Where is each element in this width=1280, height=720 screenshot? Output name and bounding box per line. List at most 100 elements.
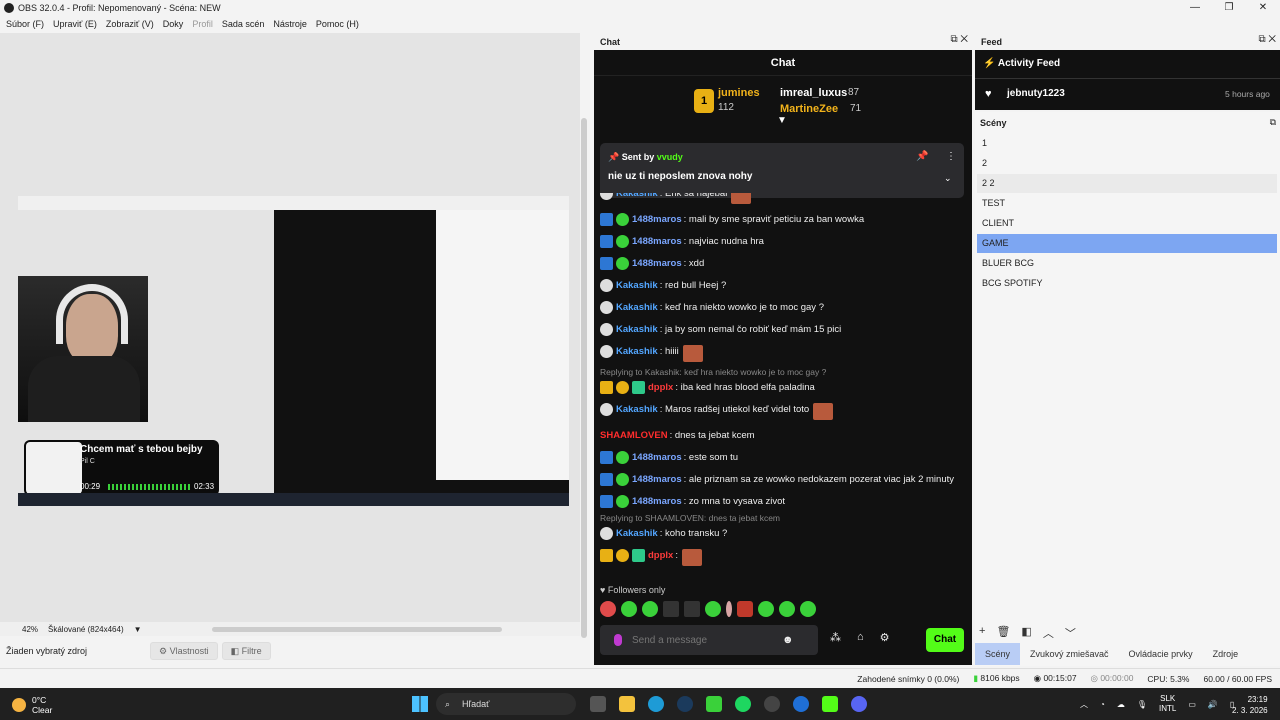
network-icon[interactable]: ▭ xyxy=(1188,700,1196,709)
chat-username[interactable]: Kakashik xyxy=(616,193,658,200)
chat-username[interactable]: 1488maros xyxy=(632,257,682,270)
game-launcher-icon[interactable] xyxy=(706,696,722,712)
discord-icon[interactable] xyxy=(851,696,867,712)
emote-4[interactable] xyxy=(663,601,679,617)
microphone-icon[interactable] xyxy=(614,634,622,646)
chat-username[interactable]: 1488maros xyxy=(632,213,682,226)
obs-icon[interactable] xyxy=(764,696,780,712)
tab-controls[interactable]: Ovládacie prvky xyxy=(1119,643,1203,665)
green-app-icon[interactable] xyxy=(822,696,838,712)
chat-username[interactable]: 1488maros xyxy=(632,235,682,248)
pin-icon[interactable]: 📌 xyxy=(916,151,928,162)
scale-label[interactable]: Škálované (824x464) xyxy=(48,625,124,634)
preview-scrollbar[interactable] xyxy=(581,118,587,638)
close-button[interactable]: ✕ xyxy=(1246,0,1280,16)
chat-username[interactable]: 1488maros xyxy=(632,495,682,508)
tab-audio-mixer[interactable]: Zvukový zmiešavač xyxy=(1020,643,1119,665)
steam-icon[interactable] xyxy=(677,696,693,712)
chat-username[interactable]: Kakashik xyxy=(616,527,658,540)
settings-gear-icon[interactable]: ⚙ xyxy=(880,631,890,644)
scene-item[interactable]: BLUER BCG xyxy=(977,254,1277,273)
windows-start-icon[interactable] xyxy=(412,696,428,712)
menu-profile[interactable]: Profil xyxy=(192,19,213,29)
preview-canvas[interactable]: Chcem mať s tebou bejby Pil C 00:29 02:3… xyxy=(18,196,569,506)
leader-3-name[interactable]: MartineZee xyxy=(780,103,838,115)
emote-8[interactable] xyxy=(737,601,753,617)
delete-scene-icon[interactable]: 🗑 xyxy=(996,625,1010,641)
pinned-user[interactable]: vvudy xyxy=(657,152,683,162)
scene-filter-icon[interactable]: ◧ xyxy=(1021,625,1031,641)
menu-docks[interactable]: Doky xyxy=(163,19,184,29)
scene-item[interactable]: CLIENT xyxy=(977,214,1277,233)
tab-sources[interactable]: Zdroje xyxy=(1203,643,1249,665)
scale-dropdown-icon[interactable]: ▼ xyxy=(134,625,142,634)
chat-username[interactable]: Kakashik xyxy=(616,323,658,336)
chat-input-box[interactable]: ☻ xyxy=(600,625,818,655)
menu-file[interactable]: Súbor (F) xyxy=(6,19,44,29)
leader-1-name[interactable]: jumines xyxy=(718,87,760,99)
taskbar-search[interactable]: ⌕ Hľadať xyxy=(436,693,576,715)
users-link-icon[interactable]: ⁂ xyxy=(830,631,841,644)
maximize-button[interactable]: ❐ xyxy=(1212,0,1246,16)
menu-help[interactable]: Pomoc (H) xyxy=(316,19,359,29)
chat-username[interactable]: Kakashik xyxy=(616,279,658,292)
emote-5[interactable] xyxy=(684,601,700,617)
task-view-icon[interactable] xyxy=(590,696,606,712)
emote-6[interactable] xyxy=(705,601,721,617)
scene-item[interactable]: TEST xyxy=(977,194,1277,213)
zoom-level[interactable]: 42% xyxy=(22,625,38,634)
menu-view[interactable]: Zobraziť (V) xyxy=(106,19,154,29)
chat-username[interactable]: SHAAMLOVEN xyxy=(600,429,668,442)
tab-scenes[interactable]: Scény xyxy=(975,643,1021,665)
edge-icon[interactable] xyxy=(648,696,664,712)
emote-7[interactable] xyxy=(726,601,732,617)
scene-item[interactable]: 2 2 xyxy=(977,174,1277,193)
feed-dock-float-close-icon[interactable]: ⧉ ✕ xyxy=(1258,34,1276,45)
microphone-tray-icon[interactable]: 🎙 xyxy=(1137,700,1147,709)
volume-icon[interactable]: 🔊 xyxy=(1208,700,1218,709)
filters-button[interactable]: ◧ Filtre xyxy=(221,642,271,660)
emote-11[interactable] xyxy=(800,601,816,617)
file-explorer-icon[interactable] xyxy=(619,696,635,712)
emote-2[interactable] xyxy=(621,601,637,617)
scene-item[interactable]: 1 xyxy=(977,134,1277,153)
cloud-icon[interactable]: ☁ xyxy=(1117,700,1125,709)
language-indicator[interactable]: SLK INTL xyxy=(1159,694,1176,714)
chat-username[interactable]: Kakashik xyxy=(616,403,658,416)
move-up-icon[interactable]: ︿ xyxy=(1043,625,1054,641)
send-chat-button[interactable]: Chat xyxy=(926,628,964,652)
emoji-icon[interactable]: ☻ xyxy=(782,634,794,646)
menu-scene-collection[interactable]: Sada scén xyxy=(222,19,265,29)
leader-2-name[interactable]: imreal_luxus xyxy=(780,87,847,99)
app-blue-icon[interactable] xyxy=(793,696,809,712)
chat-message-input[interactable] xyxy=(632,634,782,646)
scene-item[interactable]: BCG SPOTIFY xyxy=(977,274,1277,293)
chat-username[interactable]: 1488maros xyxy=(632,473,682,486)
more-options-icon[interactable]: ⋮ xyxy=(946,151,956,162)
move-down-icon[interactable]: ﹀ xyxy=(1065,625,1076,641)
collapse-chevron-icon[interactable]: ⌄ xyxy=(944,173,952,184)
horizontal-scrollbar[interactable] xyxy=(211,626,502,632)
store-icon[interactable]: ⌂ xyxy=(857,631,864,644)
chat-username[interactable]: 1488maros xyxy=(632,451,682,464)
dock-float-close-icon[interactable]: ⧉ ✕ xyxy=(950,34,968,45)
feed-user[interactable]: jebnuty1223 xyxy=(1007,88,1065,99)
menu-edit[interactable]: Upraviť (E) xyxy=(53,19,97,29)
emote-10[interactable] xyxy=(779,601,795,617)
chat-username[interactable]: dpplx xyxy=(648,549,673,562)
minimize-button[interactable]: — xyxy=(1178,0,1212,16)
add-scene-icon[interactable]: + xyxy=(979,625,985,641)
properties-button[interactable]: ⚙ Vlastnosti xyxy=(150,642,218,660)
scenes-float-icon[interactable]: ⧉ xyxy=(1270,117,1276,128)
scene-item[interactable]: 2 xyxy=(977,154,1277,173)
tray-app-icon[interactable]: ◔ xyxy=(1100,700,1105,709)
chat-username[interactable]: Kakashik xyxy=(616,345,658,358)
emote-1[interactable] xyxy=(600,601,616,617)
chat-username[interactable]: dpplx xyxy=(648,381,673,394)
menu-tools[interactable]: Nástroje xyxy=(273,19,307,29)
scene-item-selected[interactable]: GAME xyxy=(977,234,1277,253)
weather-widget[interactable]: 0°C Clear xyxy=(12,695,52,715)
tray-chevron-icon[interactable]: ︿ xyxy=(1080,699,1088,710)
spotify-icon[interactable] xyxy=(735,696,751,712)
emote-3[interactable] xyxy=(642,601,658,617)
